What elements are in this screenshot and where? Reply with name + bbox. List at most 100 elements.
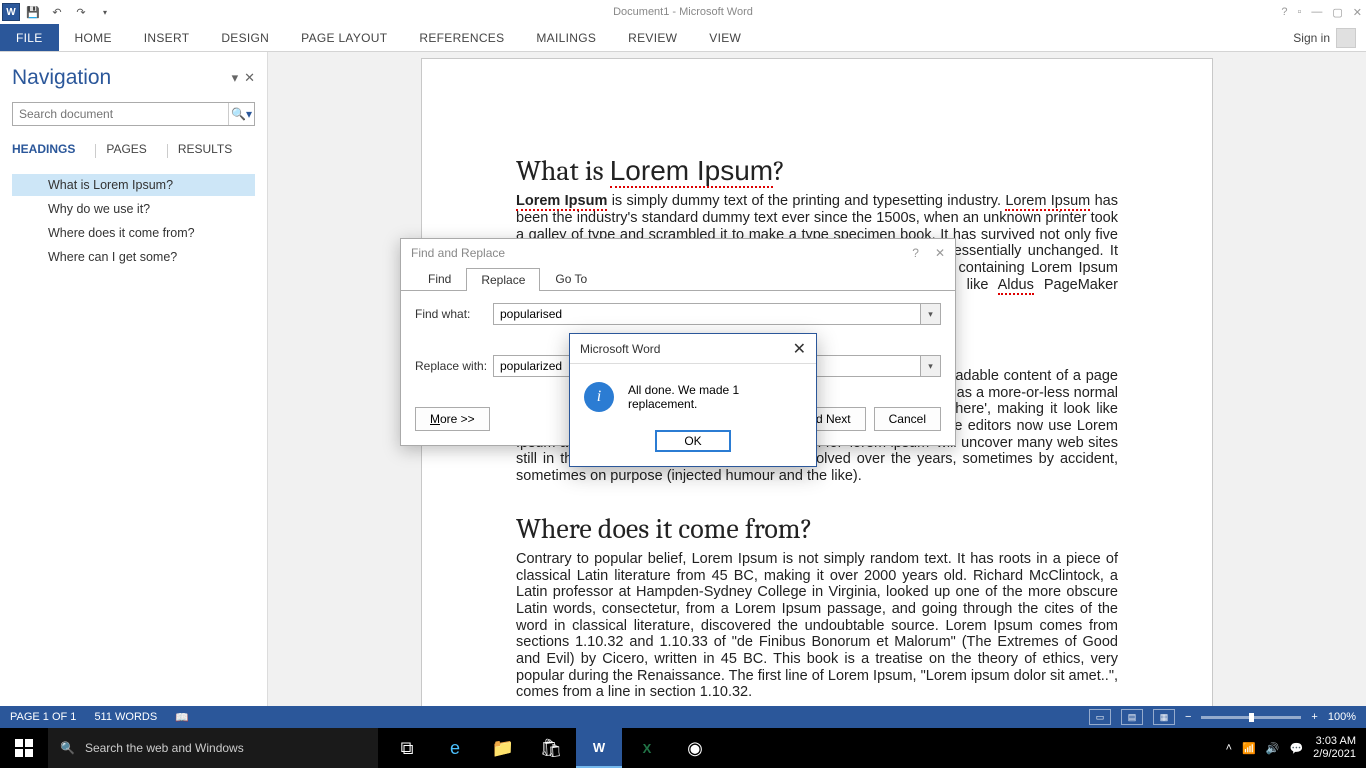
nav-heading-item[interactable]: Why do we use it? [12, 198, 255, 220]
tray-clock[interactable]: 3:03 AM 2/9/2021 [1313, 735, 1356, 761]
navigation-title-text: Navigation [12, 66, 111, 90]
message-box-close-icon[interactable]: ✕ [793, 339, 806, 359]
fr-tab-goto[interactable]: Go To [540, 267, 602, 290]
redo-icon[interactable]: ↷ [70, 1, 92, 23]
nav-heading-item[interactable]: What is Lorem Ipsum? [12, 174, 255, 196]
find-replace-titlebar[interactable]: Find and Replace ? ✕ [401, 239, 955, 267]
ribbon-display-icon[interactable]: ▫ [1297, 6, 1301, 19]
tray-network-icon[interactable]: 📶 [1242, 742, 1256, 755]
close-window-icon[interactable]: ✕ [1353, 6, 1362, 19]
divider [95, 144, 96, 158]
status-word-count[interactable]: 511 WORDS [94, 711, 157, 723]
word-app-icon[interactable]: W [2, 3, 20, 21]
window-controls: ? ▫ — ▢ ✕ [1281, 6, 1362, 19]
message-box-text: All done. We made 1 replacement. [628, 383, 802, 411]
fr-tab-replace[interactable]: Replace [466, 268, 540, 291]
taskbar-search-placeholder: Search the web and Windows [85, 741, 244, 755]
cancel-button[interactable]: Cancel [874, 407, 941, 431]
navigation-title: Navigation ▾ ✕ [12, 66, 255, 90]
taskbar-word-icon[interactable]: W [576, 728, 622, 768]
message-box: Microsoft Word ✕ i All done. We made 1 r… [569, 333, 817, 467]
zoom-in-icon[interactable]: + [1311, 711, 1317, 723]
quick-access-toolbar: W 💾 ↶ ↷ ▾ [0, 1, 116, 23]
zoom-slider[interactable] [1201, 716, 1301, 719]
tray-volume-icon[interactable]: 🔊 [1266, 742, 1280, 755]
find-replace-tabs: Find Replace Go To [401, 267, 955, 290]
dialog-help-icon[interactable]: ? [912, 246, 919, 260]
tab-mailings[interactable]: MAILINGS [520, 24, 612, 51]
save-icon[interactable]: 💾 [22, 1, 44, 23]
title-bar: W 💾 ↶ ↷ ▾ Document1 - Microsoft Word ? ▫… [0, 0, 1366, 24]
restore-icon[interactable]: ▢ [1332, 6, 1342, 19]
replace-with-dropdown-icon[interactable]: ▾ [921, 355, 941, 377]
nav-search-input[interactable] [13, 103, 228, 125]
view-web-layout-icon[interactable]: ▦ [1153, 709, 1175, 725]
minimize-icon[interactable]: — [1311, 6, 1322, 19]
view-read-mode-icon[interactable]: ▭ [1089, 709, 1111, 725]
tab-review[interactable]: REVIEW [612, 24, 693, 51]
taskbar-search[interactable]: 🔍 Search the web and Windows [48, 728, 378, 768]
nav-tab-results[interactable]: RESULTS [178, 140, 242, 162]
tab-insert[interactable]: INSERT [128, 24, 206, 51]
help-icon[interactable]: ? [1281, 6, 1287, 19]
dialog-close-icon[interactable]: ✕ [935, 246, 945, 260]
ok-button[interactable]: OK [655, 430, 731, 452]
search-icon[interactable]: 🔍▾ [228, 103, 254, 125]
taskbar-excel-icon[interactable]: X [624, 728, 670, 768]
nav-close-icon[interactable]: ✕ [244, 70, 255, 86]
tab-page-layout[interactable]: PAGE LAYOUT [285, 24, 403, 51]
doc-paragraph: Contrary to popular belief, Lorem Ipsum … [516, 551, 1118, 701]
taskbar-store-icon[interactable]: 🛍 [528, 728, 574, 768]
taskbar-chrome-icon[interactable]: ◉ [672, 728, 718, 768]
find-what-dropdown-icon[interactable]: ▾ [921, 303, 941, 325]
task-view-icon[interactable]: ⧉ [384, 728, 430, 768]
tab-design[interactable]: DESIGN [205, 24, 285, 51]
doc-heading-3: Where does it come from? [516, 513, 1118, 545]
zoom-out-icon[interactable]: − [1185, 711, 1191, 723]
windows-taskbar: 🔍 Search the web and Windows ⧉ e 📁 🛍 W X… [0, 728, 1366, 768]
nav-heading-item[interactable]: Where does it come from? [12, 222, 255, 244]
document-title: Document1 - Microsoft Word [613, 6, 753, 18]
windows-logo-icon [15, 739, 33, 757]
sign-in-label: Sign in [1293, 31, 1330, 45]
message-box-titlebar[interactable]: Microsoft Word ✕ [570, 334, 816, 364]
replace-with-label: Replace with: [415, 359, 493, 373]
qat-customize-icon[interactable]: ▾ [94, 1, 116, 23]
nav-search: 🔍▾ [12, 102, 255, 126]
message-box-title: Microsoft Word [580, 342, 660, 356]
nav-tab-headings[interactable]: HEADINGS [12, 140, 85, 162]
navigation-pane: Navigation ▾ ✕ 🔍▾ HEADINGS PAGES RESULTS… [0, 52, 268, 706]
tab-view[interactable]: VIEW [693, 24, 757, 51]
nav-tabs: HEADINGS PAGES RESULTS [12, 140, 255, 162]
avatar-icon [1336, 28, 1356, 48]
fr-tab-find[interactable]: Find [413, 267, 466, 290]
status-proofing-icon[interactable]: 📖 [175, 711, 189, 724]
system-tray: ˄ 📶 🔊 💬 3:03 AM 2/9/2021 [1226, 735, 1366, 761]
find-what-input[interactable] [493, 303, 921, 325]
status-page[interactable]: PAGE 1 OF 1 [10, 711, 76, 723]
sign-in[interactable]: Sign in [1293, 24, 1366, 51]
taskbar-edge-icon[interactable]: e [432, 728, 478, 768]
tray-time: 3:03 AM [1313, 735, 1356, 748]
nav-heading-item[interactable]: Where can I get some? [12, 246, 255, 268]
tab-file[interactable]: FILE [0, 24, 59, 51]
doc-heading-1: What is Lorem Ipsum? [516, 155, 1118, 187]
tab-references[interactable]: REFERENCES [403, 24, 520, 51]
divider [167, 144, 168, 158]
nav-task-dropdown-icon[interactable]: ▾ [232, 70, 239, 86]
view-print-layout-icon[interactable]: ▤ [1121, 709, 1143, 725]
tray-date: 2/9/2021 [1313, 748, 1356, 761]
nav-headings-list: What is Lorem Ipsum? Why do we use it? W… [12, 172, 255, 270]
search-icon: 🔍 [60, 741, 75, 755]
nav-tab-pages[interactable]: PAGES [106, 140, 156, 162]
tab-home[interactable]: HOME [59, 24, 128, 51]
zoom-level[interactable]: 100% [1328, 711, 1356, 723]
tray-notifications-icon[interactable]: 💬 [1289, 742, 1303, 755]
more-button[interactable]: MMore >>ore >> [415, 407, 490, 431]
start-button[interactable] [0, 728, 48, 768]
undo-icon[interactable]: ↶ [46, 1, 68, 23]
find-replace-title: Find and Replace [411, 246, 505, 260]
find-what-label: Find what: [415, 307, 493, 321]
taskbar-file-explorer-icon[interactable]: 📁 [480, 728, 526, 768]
tray-chevron-up-icon[interactable]: ˄ [1226, 742, 1232, 754]
